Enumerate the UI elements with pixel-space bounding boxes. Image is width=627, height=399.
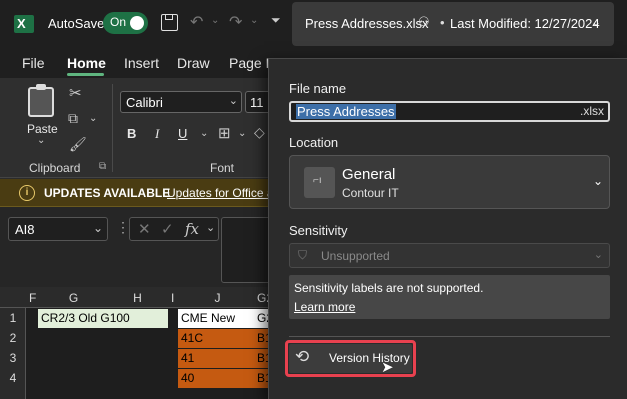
- file-name-input[interactable]: Press Addresses .xlsx: [289, 101, 610, 122]
- tab-file[interactable]: File: [22, 55, 45, 71]
- file-name-label: File name: [289, 81, 347, 96]
- panel-divider: [289, 336, 610, 337]
- fill-color-icon[interactable]: ◇: [254, 124, 265, 141]
- shield-icon: ⛉: [298, 248, 308, 262]
- insert-function-button[interactable]: fx: [185, 220, 199, 238]
- cut-icon[interactable]: ✂: [69, 84, 82, 102]
- updates-title: UPDATES AVAILABLE: [44, 186, 171, 200]
- learn-more-link[interactable]: Learn more: [294, 300, 355, 314]
- bold-button[interactable]: B: [127, 126, 136, 141]
- dialog-launcher-icon[interactable]: ⧉: [99, 161, 106, 172]
- sensitivity-value: Unsupported: [321, 249, 390, 263]
- mouse-cursor-icon: ➤: [381, 359, 394, 376]
- row-header-3[interactable]: 3: [0, 349, 26, 368]
- italic-button[interactable]: I: [155, 126, 159, 142]
- location-select[interactable]: ⌐ı General Contour IT ⌄: [289, 155, 610, 209]
- last-modified: Last Modified: 12/27/2024: [450, 16, 600, 31]
- location-label: Location: [289, 135, 339, 150]
- cell-j3[interactable]: 41: [178, 349, 254, 368]
- sensitivity-message-box: Sensitivity labels are not supported. Le…: [289, 275, 610, 319]
- undo-dropdown-icon[interactable]: ⌄: [211, 15, 219, 26]
- version-history-label: Version History: [329, 351, 410, 365]
- location-name: General: [342, 166, 396, 183]
- autosave-label: AutoSave: [48, 16, 105, 31]
- cell-j1[interactable]: CME New: [178, 309, 254, 328]
- redo-icon[interactable]: ↷: [229, 12, 242, 32]
- font-size-value: 11: [250, 95, 264, 110]
- customize-toolbar-icon[interactable]: ⏷: [271, 13, 281, 28]
- file-name-value: Press Addresses: [296, 104, 396, 119]
- cell-j4[interactable]: 40: [178, 369, 254, 388]
- save-icon[interactable]: [161, 14, 178, 31]
- tab-draw[interactable]: Draw: [177, 55, 210, 71]
- location-org: Contour IT: [342, 186, 399, 200]
- sensitivity-select: ⛉ Unsupported ⌄: [289, 243, 610, 268]
- excel-logo-icon: X: [14, 15, 34, 33]
- paste-icon[interactable]: [28, 84, 54, 117]
- file-extension: .xlsx: [580, 104, 604, 118]
- cell-g1[interactable]: CR2/3 Old G100: [38, 309, 168, 328]
- copy-icon[interactable]: ⧉: [68, 110, 78, 127]
- formula-buttons: ✕ ✓ fx ⌄: [129, 217, 219, 241]
- chevron-down-icon: ⌄: [92, 221, 103, 235]
- column-header-g[interactable]: G: [40, 289, 104, 308]
- column-header-i[interactable]: I: [168, 289, 178, 308]
- column-header-j[interactable]: J: [178, 289, 254, 308]
- format-painter-icon[interactable]: 🖌: [69, 136, 87, 153]
- tab-insert[interactable]: Insert: [124, 55, 159, 71]
- chevron-down-icon[interactable]: ⌄: [206, 221, 215, 234]
- underline-button[interactable]: U: [178, 126, 187, 141]
- file-title-button[interactable]: Press Addresses.xlsx ⚇ • Last Modified: …: [292, 2, 614, 46]
- row-header-2[interactable]: 2: [0, 329, 26, 348]
- sensitivity-label: Sensitivity: [289, 223, 348, 238]
- updates-link[interactable]: Updates for Office a: [167, 186, 274, 200]
- file-title: Press Addresses.xlsx: [305, 16, 429, 31]
- title-bar: X AutoSave On ↶ ⌄ ↷ ⌄ ⏷ Press Addresses.…: [0, 0, 627, 48]
- title-bullet: •: [440, 15, 445, 30]
- sensitivity-message: Sensitivity labels are not supported.: [294, 281, 484, 295]
- chevron-down-icon: ⌄: [592, 174, 603, 188]
- copy-dropdown-icon[interactable]: ⌄: [89, 113, 97, 124]
- column-header-h[interactable]: H: [104, 289, 168, 308]
- history-icon: ⟲: [295, 347, 310, 366]
- shared-people-icon: ⚇: [418, 14, 430, 29]
- underline-dropdown-icon[interactable]: ⌄: [200, 128, 208, 139]
- enter-icon[interactable]: ✓: [161, 220, 174, 238]
- borders-dropdown-icon[interactable]: ⌄: [238, 128, 246, 139]
- name-box[interactable]: AI8 ⌄: [8, 217, 108, 241]
- active-tab-indicator: [67, 73, 104, 76]
- paste-dropdown-icon[interactable]: ⌄: [37, 135, 45, 146]
- undo-icon[interactable]: ↶: [190, 12, 203, 32]
- autosave-state: On: [110, 15, 127, 29]
- borders-icon[interactable]: ⊞: [218, 124, 231, 142]
- file-info-panel: File name Press Addresses .xlsx Location…: [268, 58, 627, 399]
- chevron-down-icon: ⌄: [591, 15, 602, 29]
- row-header-4[interactable]: 4: [0, 369, 26, 388]
- font-name-value: Calibri: [126, 95, 163, 110]
- autosave-toggle[interactable]: On: [103, 12, 148, 34]
- toggle-knob: [130, 16, 144, 30]
- chevron-down-icon: ⌄: [228, 95, 238, 107]
- cell-j2[interactable]: 41C: [178, 329, 254, 348]
- info-icon: i: [19, 185, 35, 201]
- chevron-down-icon: ⌄: [593, 249, 603, 261]
- tab-page-layout[interactable]: Page L: [229, 55, 273, 71]
- name-box-value: AI8: [15, 222, 35, 237]
- sharepoint-site-icon: ⌐ı: [304, 167, 335, 198]
- column-header-f[interactable]: F: [26, 289, 40, 308]
- clipboard-group-label: Clipboard: [29, 161, 81, 175]
- cancel-icon[interactable]: ✕: [138, 220, 151, 238]
- row-header-1[interactable]: 1: [0, 309, 26, 328]
- redo-dropdown-icon[interactable]: ⌄: [250, 15, 258, 26]
- font-name-select[interactable]: Calibri ⌄: [120, 91, 242, 113]
- paste-label[interactable]: Paste: [27, 122, 58, 136]
- ribbon-divider: [112, 84, 113, 172]
- more-options-icon[interactable]: ⋮: [116, 219, 130, 236]
- tab-home[interactable]: Home: [67, 55, 106, 71]
- font-group-label: Font: [210, 161, 235, 175]
